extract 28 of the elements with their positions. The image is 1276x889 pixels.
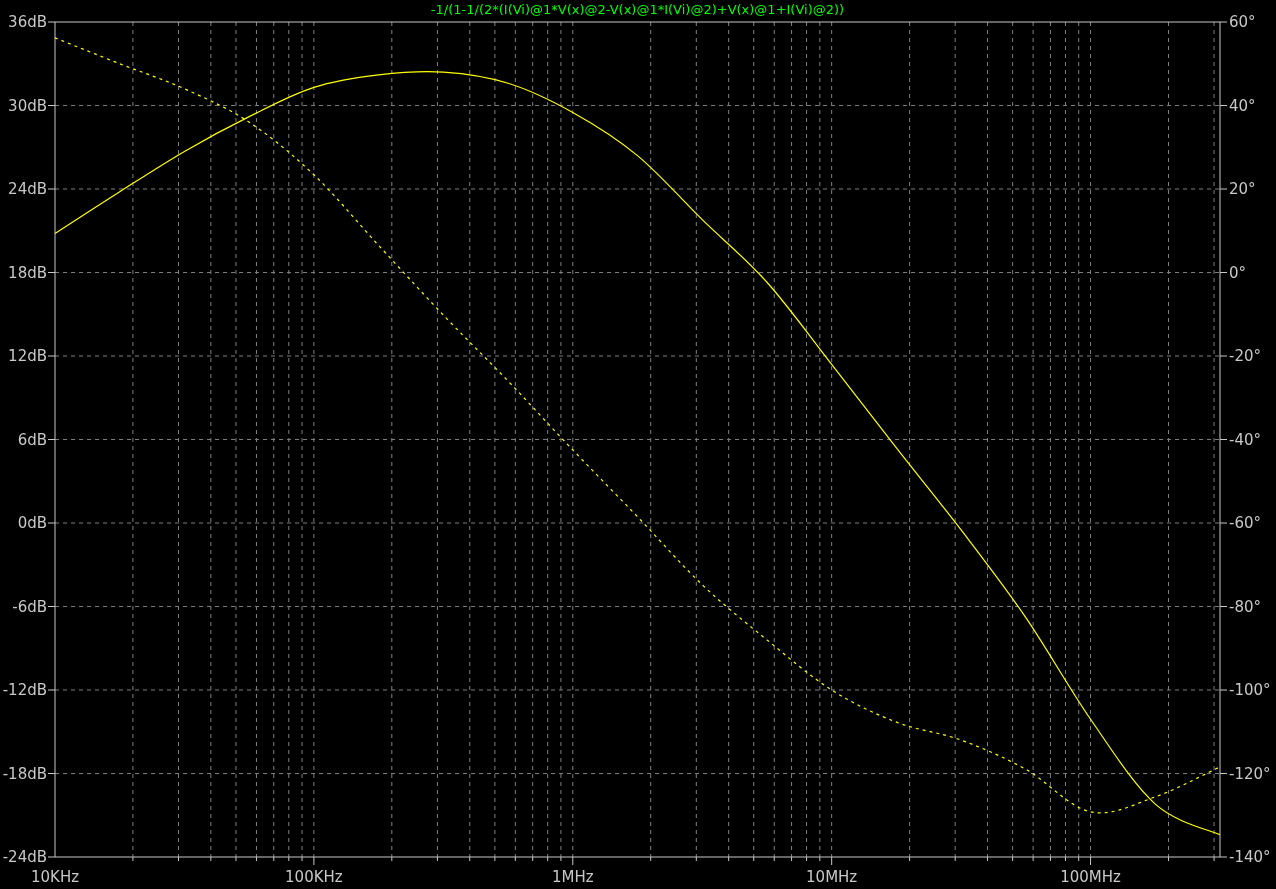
y-tick-label: 30dB	[8, 96, 47, 115]
x-tick-label: 100MHz	[1060, 868, 1121, 886]
y-tick-label: 6dB	[17, 430, 47, 449]
y-tick-label: 36dB	[8, 13, 47, 31]
y2-tick-label: -80°	[1229, 597, 1261, 616]
y2-tick-label: 40°	[1229, 96, 1256, 115]
y-tick-label: 18dB	[8, 263, 47, 282]
x-tick-label: 100KHz	[285, 868, 343, 886]
x-tick-label: 10MHz	[806, 868, 858, 886]
y2-tick-label: -40°	[1229, 430, 1261, 449]
y-tick-label: -12dB	[2, 681, 47, 699]
y2-tick-label: -100°	[1229, 681, 1271, 699]
y2-tick-label: 0°	[1229, 263, 1247, 282]
y-tick-label: -24dB	[2, 848, 47, 866]
chart-title: -1/(1-1/(2*(I(Vi)@1*V(x)@2-V(x)@1*I(Vi)@2)+V(x)@1+I(Vi)@2))	[430, 2, 845, 17]
y2-tick-label: 60°	[1229, 13, 1256, 31]
x-tick-label: 10KHz	[30, 868, 80, 886]
y2-tick-label: 20°	[1229, 180, 1256, 198]
y2-tick-label: -120°	[1229, 764, 1271, 783]
y2-tick-label: -20°	[1229, 347, 1261, 365]
y-tick-label: 24dB	[8, 180, 47, 198]
y-tick-label: -6dB	[12, 597, 47, 616]
y2-tick-label: -140°	[1229, 848, 1271, 866]
y-tick-label: -18dB	[2, 764, 47, 783]
x-tick-label: 1MHz	[551, 868, 594, 886]
y-tick-label: 12dB	[8, 347, 47, 365]
y2-tick-label: -60°	[1229, 514, 1261, 532]
y-tick-label: 0dB	[17, 514, 47, 532]
